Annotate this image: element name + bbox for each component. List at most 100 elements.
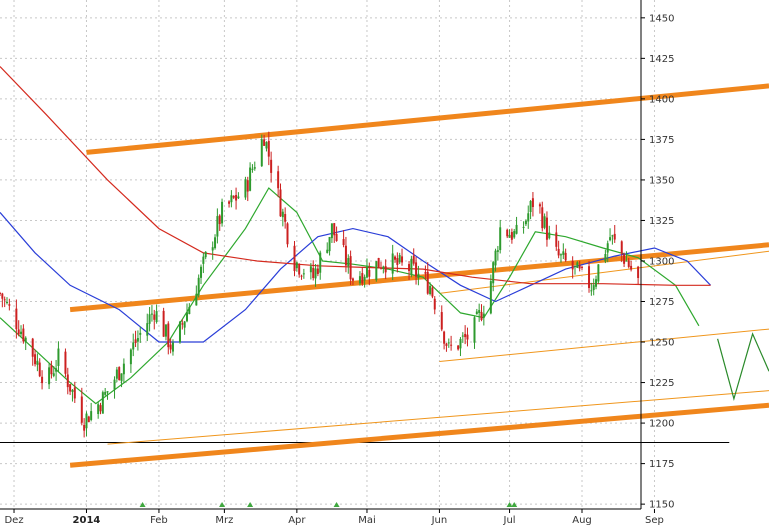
candle-body [260, 139, 263, 167]
candle-body [522, 226, 525, 228]
candle-body [214, 237, 217, 249]
candle-body [333, 223, 336, 236]
candle-body [50, 365, 53, 375]
candle-body [473, 317, 476, 343]
candle-body [576, 262, 579, 268]
candle-body [178, 321, 181, 343]
candle-body [309, 266, 312, 273]
candle-body [83, 424, 86, 431]
candle-body [99, 405, 102, 412]
candle-body [611, 235, 614, 237]
candle-body [541, 207, 544, 229]
candle-body [15, 308, 18, 330]
candle-body [153, 314, 156, 320]
candle-body [443, 331, 446, 344]
candle-body [592, 285, 595, 291]
y-tick-label: 1300 [649, 256, 674, 267]
candle-body [588, 266, 591, 289]
candle [197, 274, 200, 298]
candle-body [204, 251, 207, 258]
candle-body [230, 195, 233, 203]
candle-body [36, 360, 39, 365]
y-tick-label: 1175 [649, 459, 674, 470]
candle-body [396, 258, 399, 265]
candle-body [31, 338, 34, 357]
candle-body [87, 416, 90, 423]
candle-body [80, 396, 83, 423]
candle [377, 257, 380, 269]
candle-body [401, 256, 404, 263]
candle [118, 366, 121, 381]
candle-body [263, 139, 266, 146]
x-tick-label: Apr [288, 515, 306, 526]
candle-body [559, 254, 562, 256]
candle-body [171, 342, 174, 352]
candle-body [637, 266, 640, 278]
candle-body [581, 266, 584, 268]
candle-body [167, 323, 170, 348]
candle-body [464, 333, 467, 338]
candle-body [349, 256, 352, 280]
candle-body [85, 413, 88, 429]
candle-body [104, 391, 107, 395]
candle-body [97, 404, 100, 415]
candle-body [148, 314, 151, 324]
candle-body [211, 247, 214, 251]
candle-body [531, 198, 534, 208]
candle-body [433, 298, 436, 310]
candle-body [606, 243, 609, 253]
candle-body [335, 233, 338, 241]
candle-body [71, 389, 74, 392]
candle-body [300, 275, 303, 277]
candle-body [620, 241, 623, 254]
candle-body [244, 179, 247, 198]
y-tick-label: 1400 [649, 94, 674, 105]
candle-body [538, 204, 541, 207]
candle-body [197, 277, 200, 296]
candle-body [627, 260, 630, 267]
candle [221, 198, 224, 227]
x-tick-label: Dez [4, 515, 23, 526]
candle-body [188, 306, 191, 315]
candle-body [447, 342, 450, 344]
candle-body [281, 211, 284, 218]
candle-body [330, 223, 333, 239]
candle-body [326, 249, 329, 253]
candle-body [162, 310, 165, 337]
chart-container: 1150 1175 1200 1225 1250 1275 1300 1325 1350 1375… [0, 0, 769, 529]
y-tick-label: 1450 [649, 13, 674, 24]
y-tick-label: 1275 [649, 297, 674, 308]
candle-body [347, 258, 350, 267]
candle-body [106, 391, 109, 393]
candle [286, 222, 289, 248]
candle-body [461, 335, 464, 337]
candle-body [195, 293, 198, 306]
candle-body [529, 201, 532, 213]
candle-body [295, 262, 298, 269]
candle [87, 415, 90, 423]
candle [410, 255, 413, 278]
candle-body [527, 213, 530, 222]
candle-body [457, 345, 460, 350]
candle-body [573, 265, 576, 267]
candle-body [578, 265, 581, 269]
candle-body [48, 367, 51, 385]
candle-body [253, 167, 256, 169]
candle-body [613, 233, 616, 240]
candle-body [202, 256, 205, 264]
candle-body [415, 262, 418, 277]
candle-body [270, 159, 273, 173]
candle-body [38, 362, 41, 377]
candle-body [279, 189, 282, 217]
candle-body [314, 268, 317, 279]
x-tick-label: Mrz [215, 515, 233, 526]
candle-body [344, 245, 347, 266]
candle-body [17, 329, 20, 335]
candle-body [351, 278, 354, 281]
candle-body [368, 269, 371, 277]
candle-body [52, 373, 55, 376]
candle-body [466, 334, 469, 340]
candle-body [122, 363, 125, 375]
candle-body [609, 237, 612, 241]
candle-body [363, 276, 366, 281]
